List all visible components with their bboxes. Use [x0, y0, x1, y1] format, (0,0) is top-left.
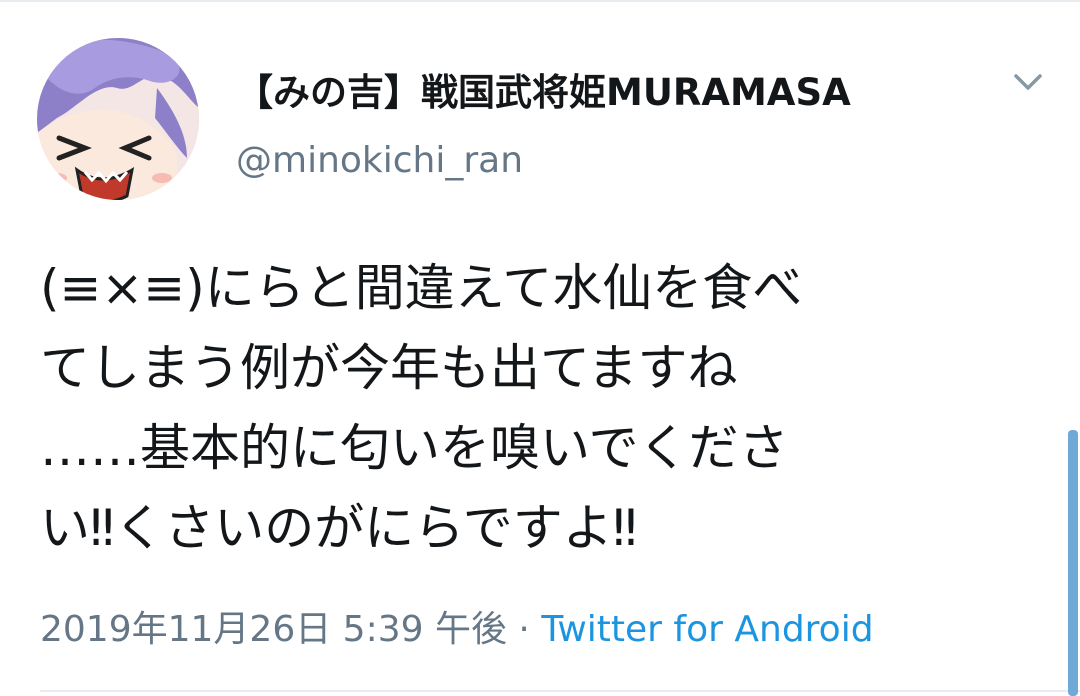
meta-separator: ·: [518, 609, 530, 650]
scrollbar[interactable]: [1068, 430, 1078, 696]
top-divider: [0, 0, 1080, 2]
anime-character-avatar-icon: [37, 38, 199, 200]
avatar[interactable]: [37, 38, 199, 200]
tweet-meta: 2019年11月26日 5:39 午後 · Twitter for Androi…: [40, 600, 874, 652]
author-handle[interactable]: @minokichi_ran: [236, 140, 523, 181]
author-display-name[interactable]: 【みの吉】戦国武将姫MURAMASA: [236, 62, 851, 116]
tweet-detail-screen: 【みの吉】戦国武将姫MURAMASA @minokichi_ran (≡×≡)に…: [0, 0, 1080, 696]
tweet-source-link[interactable]: Twitter for Android: [541, 609, 873, 650]
tweet-timestamp[interactable]: 2019年11月26日 5:39 午後: [40, 609, 507, 650]
chevron-down-icon[interactable]: [1010, 68, 1046, 98]
tweet-text: (≡×≡)にらと間違えて水仙を食べ てしまう例が今年も出てますね ……基本的に匂…: [40, 248, 1030, 568]
bottom-divider: [40, 690, 1080, 692]
tweet-text-line: てしまう例が今年も出てますね: [40, 339, 738, 397]
tweet-text-line: (≡×≡)にらと間違えて水仙を食べ: [40, 259, 803, 317]
tweet-text-line: ……基本的に匂いを嗅いでくださ: [40, 419, 789, 477]
tweet-text-line: い‼くさいのがにらですよ‼: [40, 499, 638, 557]
